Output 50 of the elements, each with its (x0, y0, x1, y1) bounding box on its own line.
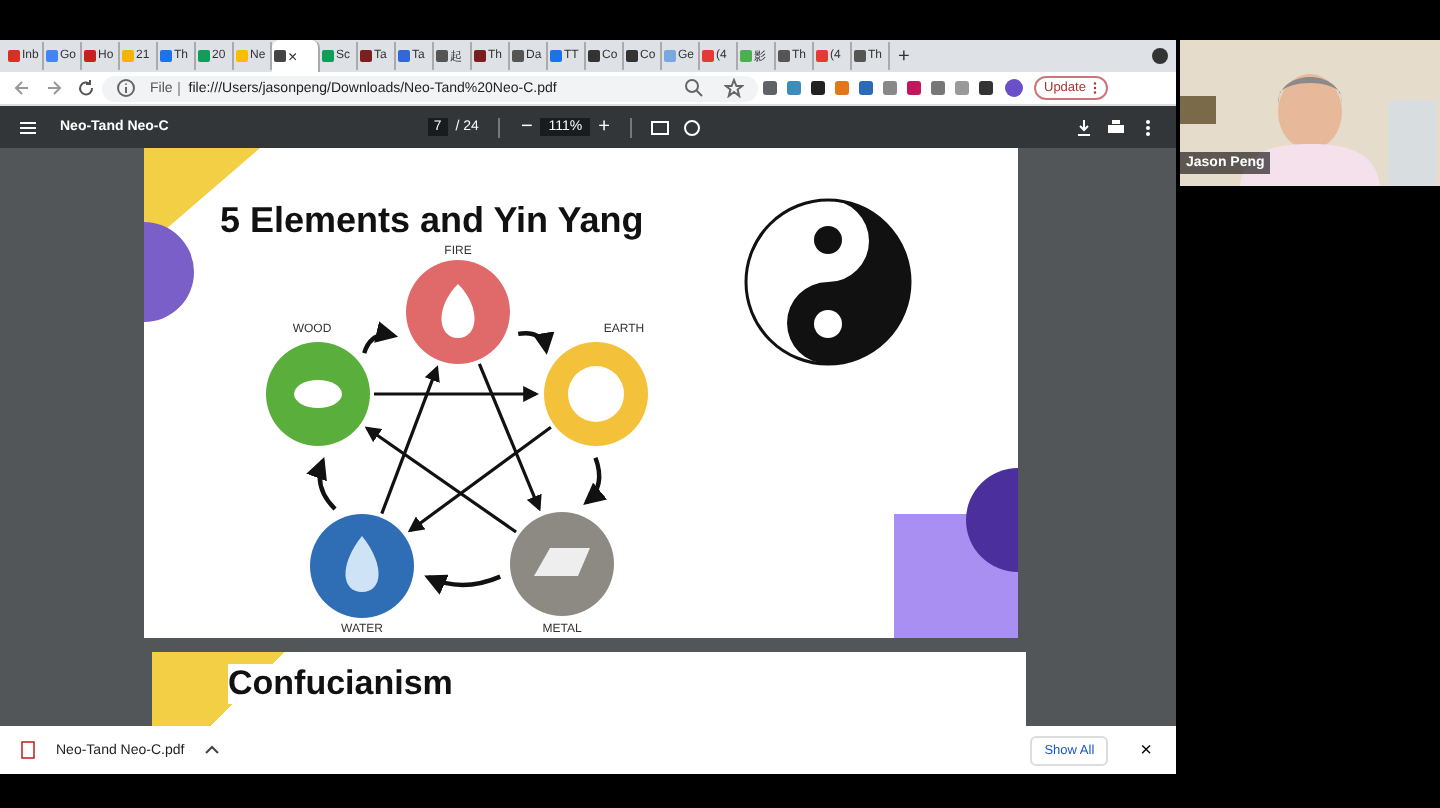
favicon-icon (854, 50, 866, 62)
favicon-icon (8, 50, 20, 62)
back-icon[interactable] (12, 78, 32, 98)
curved-arrow (306, 456, 337, 511)
favicon-icon (816, 50, 828, 62)
curved-arrow (424, 573, 502, 595)
slide-title: 5 Elements and Yin Yang (220, 200, 644, 240)
favicon-icon (360, 50, 372, 62)
favicon-icon (740, 50, 752, 62)
browser-tab[interactable]: × (272, 40, 320, 72)
favicon-icon (84, 50, 96, 62)
more-icon (1091, 80, 1098, 96)
pdf-file-icon (18, 740, 38, 760)
star-icon[interactable] (724, 78, 744, 98)
download-icon[interactable] (1074, 117, 1094, 137)
curved-arrow (362, 321, 399, 354)
fit-page-icon[interactable] (650, 117, 670, 137)
favicon-icon (198, 50, 210, 62)
curved-arrow (583, 457, 607, 506)
avatar-icon[interactable] (1004, 78, 1024, 98)
favicon-icon (122, 50, 134, 62)
menu-icon[interactable] (18, 117, 38, 137)
info-icon[interactable] (116, 78, 136, 98)
slide-title: Confucianism (228, 664, 453, 704)
close-button[interactable]: × (1128, 737, 1164, 763)
favicon-icon (436, 50, 448, 62)
favicon-icon (322, 50, 334, 62)
favicon-icon (702, 50, 714, 62)
favicon-icon (664, 50, 676, 62)
favicon-icon (778, 50, 790, 62)
favicon-icon (274, 50, 286, 62)
favicon-icon (626, 50, 638, 62)
favicon-icon (588, 50, 600, 62)
forward-icon[interactable] (44, 78, 64, 98)
favicon-icon (160, 50, 172, 62)
new-tab-button[interactable]: + (890, 45, 918, 67)
zoom-icon[interactable] (684, 78, 704, 98)
zoom-in-button[interactable]: + (590, 116, 618, 138)
favicon-icon (474, 50, 486, 62)
favicon-icon (46, 50, 58, 62)
print-icon[interactable] (1106, 117, 1126, 137)
rotate-icon[interactable] (682, 117, 702, 137)
curved-arrow (517, 331, 554, 355)
reload-icon[interactable] (76, 78, 96, 98)
favicon-icon (398, 50, 410, 62)
favicon-icon (512, 50, 524, 62)
zoom-out-button[interactable]: − (512, 116, 541, 138)
favicon-icon (550, 50, 562, 62)
yin-yang-icon (744, 198, 912, 366)
favicon-icon (236, 50, 248, 62)
